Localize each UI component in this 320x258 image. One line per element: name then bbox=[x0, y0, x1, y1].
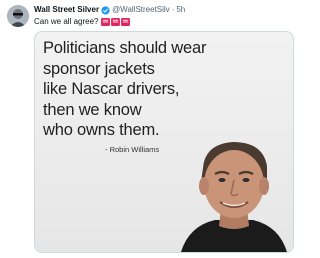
separator-dot: · bbox=[171, 5, 175, 14]
verified-badge-icon bbox=[101, 5, 110, 15]
quote-text: Politicians should wear sponsor jackets … bbox=[43, 38, 291, 141]
author-name[interactable]: Wall Street Silver bbox=[34, 4, 99, 16]
timestamp[interactable]: 5h bbox=[176, 4, 185, 16]
tweet[interactable]: Wall Street Silver @WallStreetSilv · 5h … bbox=[0, 0, 300, 258]
tweet-text-content: Can we all agree? bbox=[34, 17, 99, 26]
quote-line: Politicians should wear bbox=[43, 39, 207, 57]
red-flag-icon bbox=[101, 18, 111, 26]
quote-line: like Nascar drivers, bbox=[43, 80, 180, 98]
portrait-photo bbox=[181, 142, 287, 252]
avatar-image bbox=[7, 5, 29, 27]
tweet-text: Can we all agree? bbox=[34, 16, 131, 28]
quote-line: then we know bbox=[43, 100, 142, 119]
avatar[interactable] bbox=[7, 5, 29, 27]
author-handle[interactable]: @WallStreetSilv bbox=[112, 4, 170, 16]
tweet-media-image[interactable]: Politicians should wear sponsor jackets … bbox=[34, 31, 294, 253]
red-flag-icon bbox=[121, 18, 131, 26]
tweet-header: Wall Street Silver @WallStreetSilv · 5h bbox=[34, 4, 185, 16]
emoji-group bbox=[101, 18, 131, 26]
red-flag-icon bbox=[111, 18, 121, 26]
quote-line: sponsor jackets bbox=[43, 59, 155, 78]
quote-attribution: - Robin Williams bbox=[105, 145, 160, 154]
